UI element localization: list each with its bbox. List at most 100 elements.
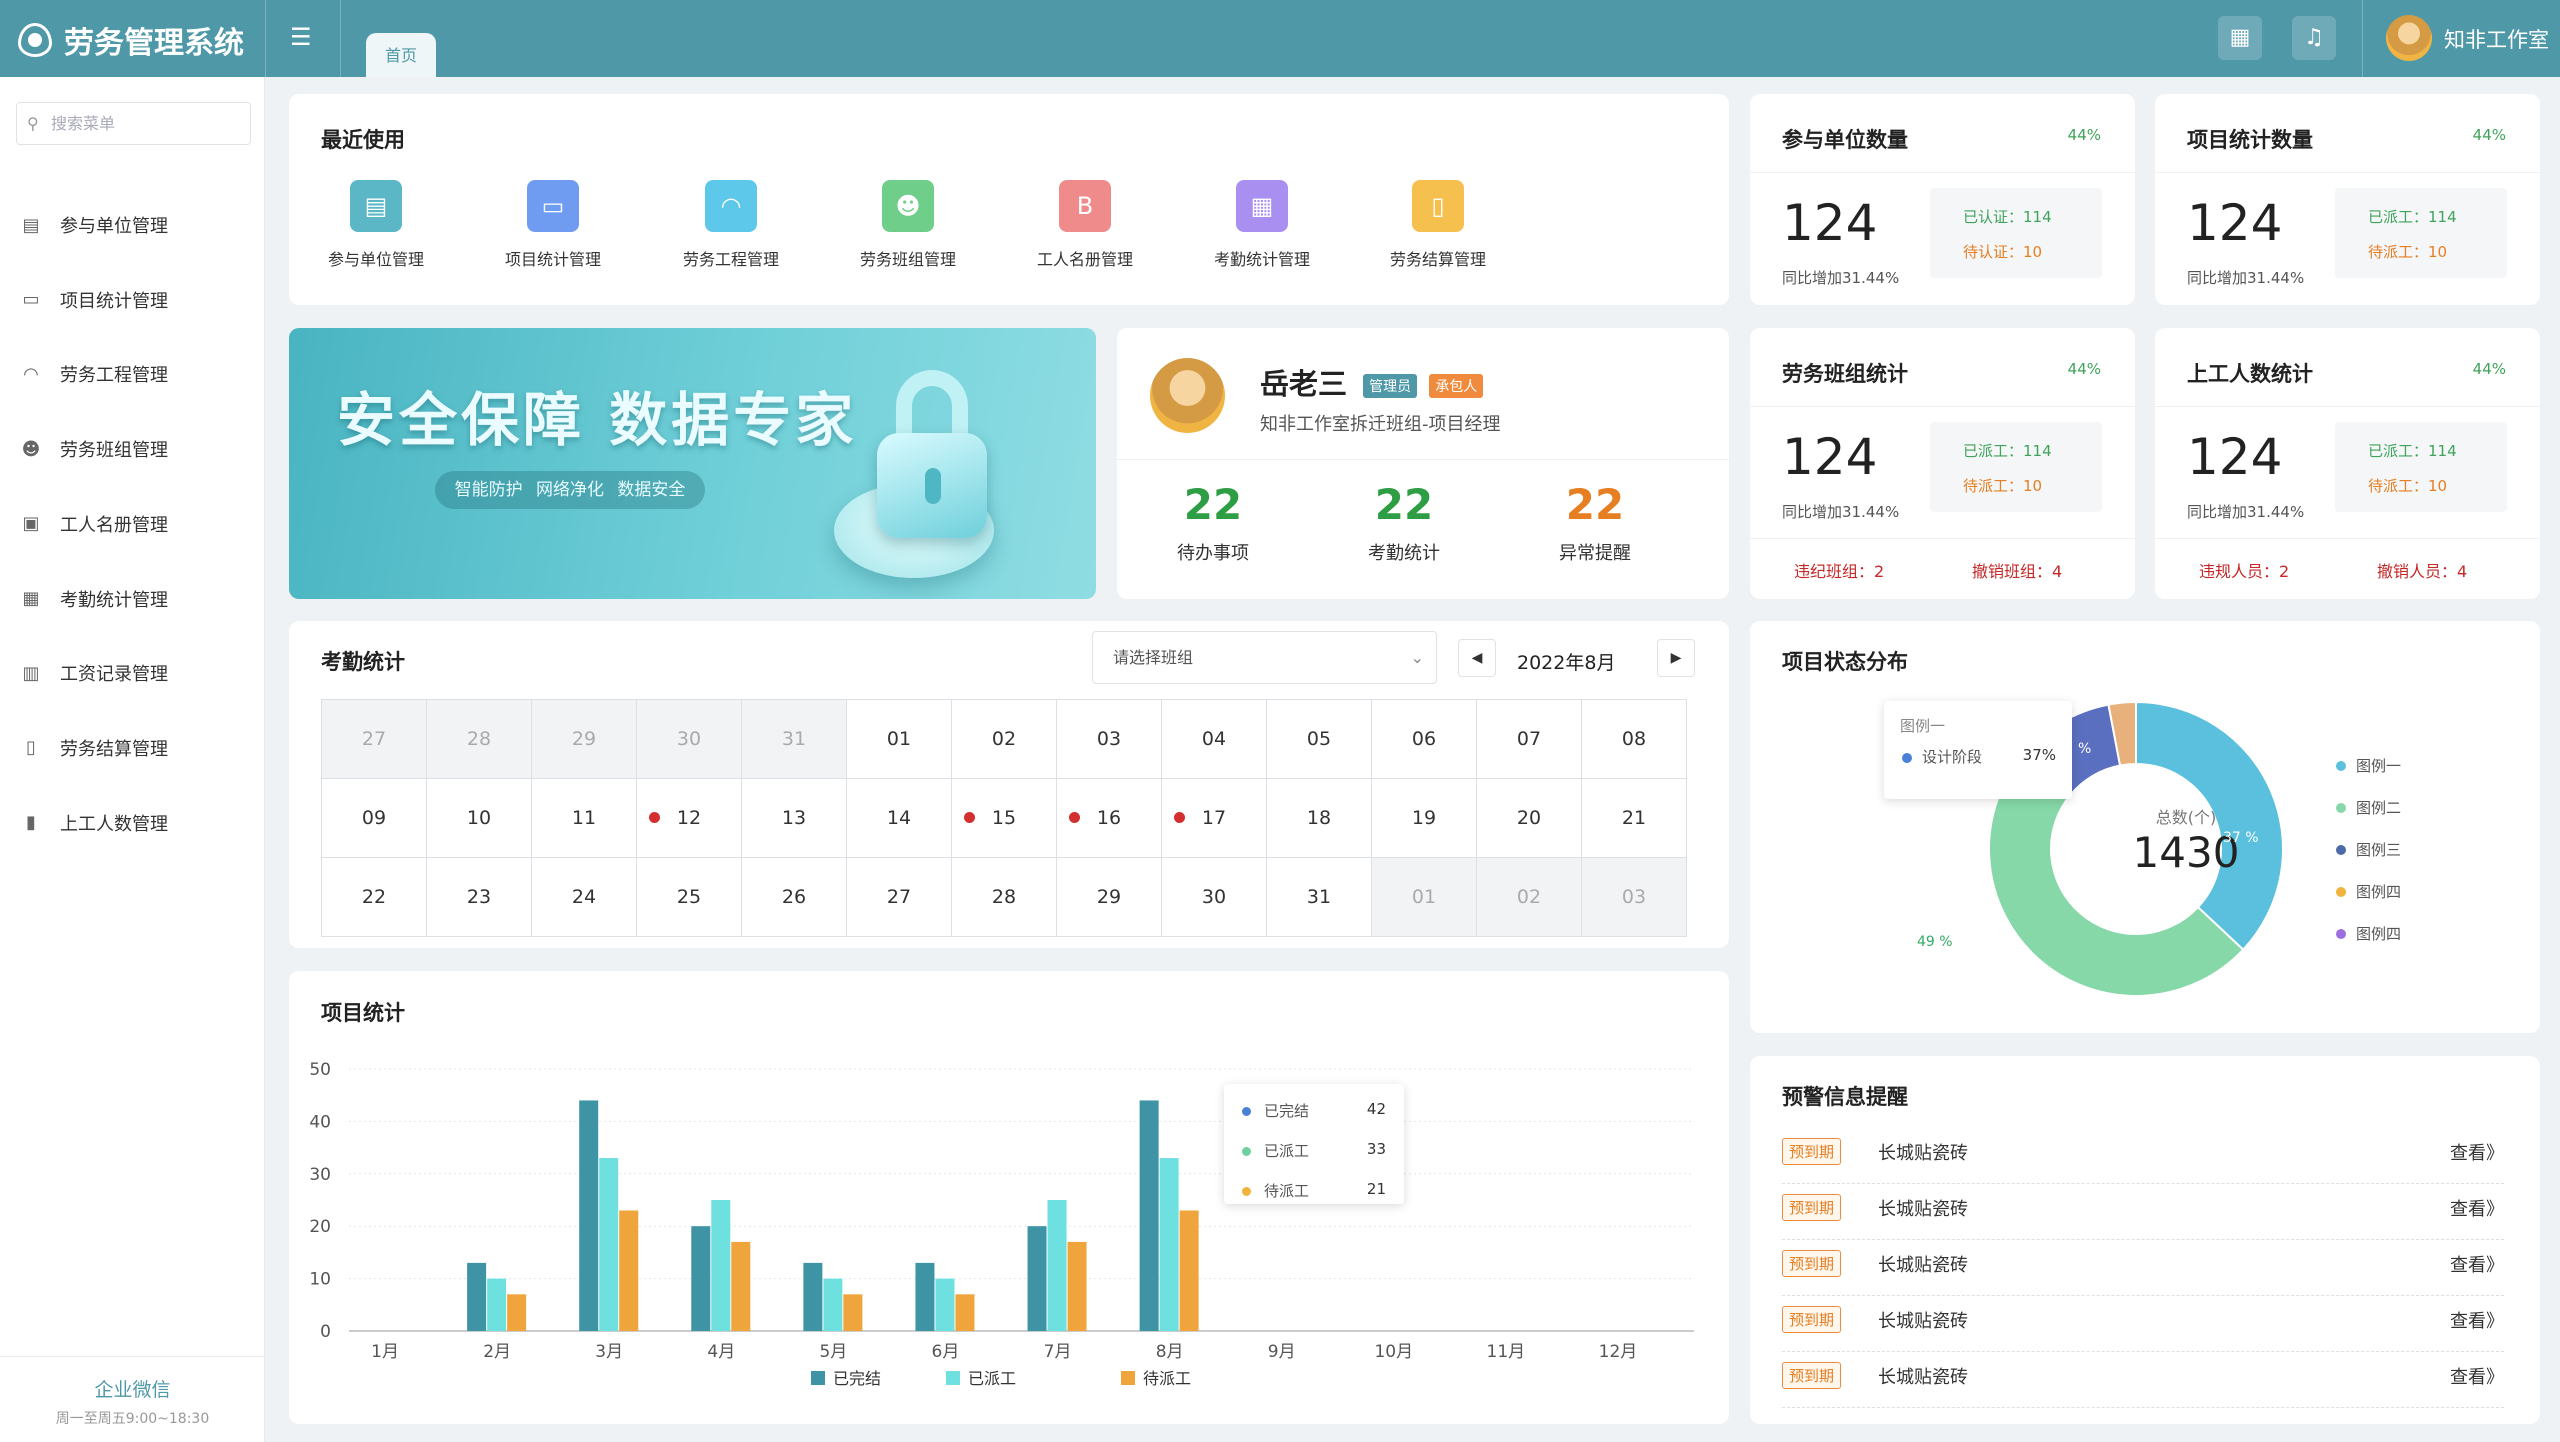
pie-legend-item[interactable]: 图例三 — [2336, 839, 2401, 860]
calendar-day[interactable]: 20 — [1476, 778, 1582, 858]
calendar-day[interactable]: 05 — [1266, 699, 1372, 779]
bar-待派工[interactable] — [619, 1210, 639, 1331]
prev-month-button[interactable]: ◀ — [1458, 639, 1496, 677]
calendar-day[interactable]: 31 — [1266, 857, 1372, 937]
calendar-day[interactable]: 29 — [531, 699, 637, 779]
calendar-day[interactable]: 06 — [1371, 699, 1477, 779]
tab-home[interactable]: 首页 — [366, 33, 436, 77]
bar-已派工[interactable] — [1159, 1158, 1179, 1331]
bar-待派工[interactable] — [731, 1241, 751, 1331]
warning-row[interactable]: 预到期 长城贴瓷砖 查看》 — [1782, 1184, 2504, 1240]
sidebar-item-4[interactable]: ☻ 劳务班组管理 — [20, 434, 168, 464]
calendar-day[interactable]: 27 — [846, 857, 952, 937]
pie-legend-item[interactable]: 图例一 — [2336, 755, 2401, 776]
bar-已完结[interactable] — [467, 1262, 487, 1331]
enterprise-wechat-link[interactable]: 企业微信 — [0, 1375, 265, 1402]
calendar-day[interactable]: 27 — [321, 699, 427, 779]
bar-已完结[interactable] — [691, 1226, 711, 1331]
bar-待派工[interactable] — [955, 1294, 975, 1331]
legend-label[interactable]: 待派工 — [1143, 1369, 1191, 1388]
calendar-day[interactable]: 14 — [846, 778, 952, 858]
bar-已派工[interactable] — [599, 1158, 619, 1331]
pie-legend-item[interactable]: 图例二 — [2336, 797, 2401, 818]
calendar-day[interactable]: 03 — [1581, 857, 1687, 937]
calendar-day[interactable]: 12 — [636, 778, 742, 858]
search-input[interactable]: ⚲ 搜索菜单 — [16, 102, 251, 145]
warning-view-link[interactable]: 查看》 — [2450, 1307, 2504, 1333]
calendar-day[interactable]: 09 — [321, 778, 427, 858]
bar-待派工[interactable] — [843, 1294, 863, 1331]
recent-item-3[interactable]: ◠ 劳务工程管理 — [666, 180, 796, 270]
calendar-day[interactable]: 08 — [1581, 699, 1687, 779]
user-avatar[interactable] — [2386, 15, 2432, 61]
calendar-day[interactable]: 13 — [741, 778, 847, 858]
calendar-day[interactable]: 28 — [951, 857, 1057, 937]
warning-row[interactable]: 预到期 长城贴瓷砖 查看》 — [1782, 1296, 2504, 1352]
bar-已完结[interactable] — [915, 1262, 935, 1331]
menu-toggle-icon[interactable]: ☰ — [290, 25, 314, 49]
sidebar-item-8[interactable]: ▯ 劳务结算管理 — [20, 733, 168, 763]
bell-icon[interactable]: ♫ — [2292, 16, 2336, 60]
kpi-alert-2[interactable]: 撤销人员：4 — [2377, 558, 2467, 582]
bar-已完结[interactable] — [1027, 1226, 1047, 1331]
bar-已派工[interactable] — [1047, 1200, 1067, 1331]
warning-view-link[interactable]: 查看》 — [2450, 1363, 2504, 1389]
bar-待派工[interactable] — [507, 1294, 527, 1331]
recent-item-5[interactable]: B 工人名册管理 — [1020, 180, 1150, 270]
calendar-day[interactable]: 30 — [1161, 857, 1267, 937]
sidebar-item-7[interactable]: ▥ 工资记录管理 — [20, 658, 168, 688]
calendar-day[interactable]: 29 — [1056, 857, 1162, 937]
warning-view-link[interactable]: 查看》 — [2450, 1139, 2504, 1165]
kpi-alert-1[interactable]: 违规人员：2 — [2199, 558, 2289, 582]
pie-legend-item[interactable]: 图例四 — [2336, 923, 2401, 944]
legend-label[interactable]: 已完结 — [833, 1369, 881, 1388]
sidebar-item-6[interactable]: ▦ 考勤统计管理 — [20, 584, 168, 614]
profile-stat-2[interactable]: 22 考勤统计 — [1309, 480, 1499, 565]
bar-已派工[interactable] — [823, 1278, 843, 1331]
kpi-alert-2[interactable]: 撤销班组：4 — [1972, 558, 2062, 582]
calendar-day[interactable]: 22 — [321, 857, 427, 937]
calendar-day[interactable]: 18 — [1266, 778, 1372, 858]
warning-view-link[interactable]: 查看》 — [2450, 1195, 2504, 1221]
warning-row[interactable]: 预到期 长城贴瓷砖 查看》 — [1782, 1240, 2504, 1296]
bar-待派工[interactable] — [1067, 1241, 1087, 1331]
calendar-day[interactable]: 31 — [741, 699, 847, 779]
app-logo[interactable]: 劳务管理系统 — [18, 18, 244, 62]
calendar-day[interactable]: 16 — [1056, 778, 1162, 858]
kpi-alert-1[interactable]: 违纪班组：2 — [1794, 558, 1884, 582]
bar-已派工[interactable] — [935, 1278, 955, 1331]
calendar-day[interactable]: 10 — [426, 778, 532, 858]
warning-row[interactable]: 预到期 长城贴瓷砖 查看》 — [1782, 1352, 2504, 1408]
bar-已完结[interactable] — [803, 1262, 823, 1331]
calendar-day[interactable]: 28 — [426, 699, 532, 779]
profile-stat-1[interactable]: 22 待办事项 — [1118, 480, 1308, 565]
calendar-day[interactable]: 21 — [1581, 778, 1687, 858]
calendar-day[interactable]: 23 — [426, 857, 532, 937]
calendar-icon[interactable]: ▦ — [2218, 16, 2262, 60]
calendar-day[interactable]: 07 — [1476, 699, 1582, 779]
calendar-day[interactable]: 04 — [1161, 699, 1267, 779]
bar-已派工[interactable] — [711, 1200, 731, 1331]
calendar-day[interactable]: 01 — [846, 699, 952, 779]
sidebar-item-2[interactable]: ▭ 项目统计管理 — [20, 285, 168, 315]
legend-label[interactable]: 已派工 — [968, 1369, 1016, 1388]
sidebar-item-1[interactable]: ▤ 参与单位管理 — [20, 210, 168, 240]
warning-row[interactable]: 预到期 长城贴瓷砖 查看》 — [1782, 1128, 2504, 1184]
calendar-day[interactable]: 15 — [951, 778, 1057, 858]
sidebar-item-3[interactable]: ◠ 劳务工程管理 — [20, 359, 168, 389]
calendar-day[interactable]: 24 — [531, 857, 637, 937]
bar-已完结[interactable] — [1139, 1100, 1159, 1331]
recent-item-2[interactable]: ▭ 项目统计管理 — [488, 180, 618, 270]
calendar-day[interactable]: 25 — [636, 857, 742, 937]
calendar-day[interactable]: 11 — [531, 778, 637, 858]
recent-item-4[interactable]: ☻ 劳务班组管理 — [843, 180, 973, 270]
calendar-day[interactable]: 02 — [951, 699, 1057, 779]
profile-stat-3[interactable]: 22 异常提醒 — [1500, 480, 1690, 565]
bar-已完结[interactable] — [579, 1100, 599, 1331]
recent-item-6[interactable]: ▦ 考勤统计管理 — [1197, 180, 1327, 270]
recent-item-1[interactable]: ▤ 参与单位管理 — [311, 180, 441, 270]
bar-待派工[interactable] — [1179, 1210, 1199, 1331]
calendar-day[interactable]: 03 — [1056, 699, 1162, 779]
calendar-day[interactable]: 02 — [1476, 857, 1582, 937]
team-select[interactable]: 请选择班组 ⌄ — [1092, 631, 1437, 684]
